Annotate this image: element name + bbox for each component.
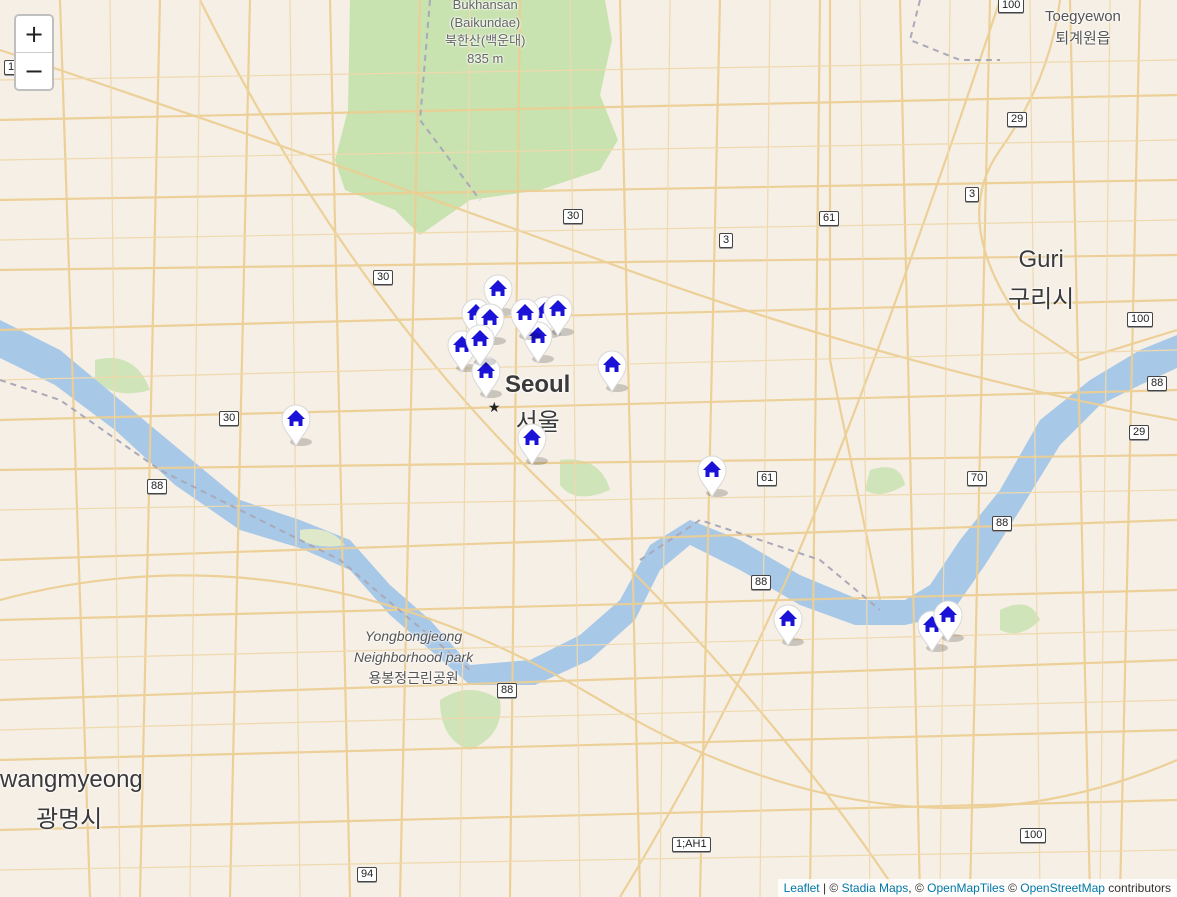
road-shield: 88: [1147, 376, 1168, 391]
house-marker[interactable]: [931, 598, 965, 644]
zoom-in-button[interactable]: +: [16, 16, 52, 52]
leaflet-link[interactable]: Leaflet: [784, 881, 820, 895]
yongbong-name-line2: Neighborhood park: [354, 649, 474, 665]
openstreetmap-link[interactable]: OpenStreetMap: [1020, 881, 1105, 895]
stadia-link[interactable]: Stadia Maps: [842, 881, 909, 895]
gwangmyeong-label: wangmyeong 광명시: [0, 760, 143, 840]
green-patch: [560, 459, 610, 497]
yongbong-park: [440, 690, 501, 750]
green-patch: [865, 467, 905, 494]
bukhansan-korean-name: 북한산(백운대): [445, 33, 526, 48]
house-marker[interactable]: [695, 453, 729, 499]
road-shield: 70: [967, 471, 988, 486]
road-shield: 29: [1007, 112, 1028, 127]
attribution-tail: contributors: [1104, 881, 1171, 895]
bukhansan-alt-name: (Baikundae): [450, 15, 521, 30]
house-marker[interactable]: [463, 322, 497, 368]
attribution: Leaflet | © Stadia Maps, © OpenMapTiles …: [777, 879, 1177, 897]
road-shield: 100: [1127, 312, 1154, 327]
guri-name: Guri: [1018, 246, 1064, 273]
yongbong-korean-name: 용봉정근린공원: [368, 670, 459, 686]
bukhansan-elevation: 835 m: [467, 51, 504, 66]
attribution-sep: , ©: [908, 881, 928, 895]
road-shield: 29: [1129, 425, 1150, 440]
road-shield: 61: [819, 211, 840, 226]
road-shield: 61: [757, 471, 778, 486]
attribution-sep: | ©: [819, 881, 842, 895]
road-shield: 94: [357, 867, 378, 882]
road-shield: 88: [751, 575, 772, 590]
road-shield: 3: [719, 233, 734, 248]
road-shield: 88: [147, 479, 168, 494]
road-shield: 30: [373, 270, 394, 285]
road-shield: 88: [992, 516, 1013, 531]
house-marker[interactable]: [508, 296, 542, 342]
road-shield: 30: [219, 411, 240, 426]
road-shield: 100: [998, 0, 1025, 13]
road-shield: 88: [497, 683, 518, 698]
road-shield: 1;AH1: [672, 837, 711, 852]
zoom-out-button[interactable]: −: [16, 52, 52, 89]
toegyewon-label: Toegyewon 퇴계원읍: [1045, 6, 1121, 50]
basemap: ★: [0, 0, 1177, 897]
zoom-control: + −: [14, 14, 54, 91]
house-marker[interactable]: [515, 421, 549, 467]
gwangmyeong-korean-name: 광명시: [36, 806, 103, 833]
bukhansan-name: Bukhansan: [452, 0, 518, 12]
house-marker[interactable]: [595, 348, 629, 394]
guri-korean-name: 구리시: [1008, 286, 1075, 313]
road-shield: 3: [965, 187, 980, 202]
road-shield: 30: [563, 209, 584, 224]
han-river: [0, 320, 1177, 685]
openmaptiles-link[interactable]: OpenMapTiles: [927, 881, 1005, 895]
bukhansan-label: Bukhansan (Baikundae) 북한산(백운대) 835 m: [445, 0, 525, 68]
yongbong-label: Yongbongjeong Neighborhood park 용봉정근린공원: [354, 626, 473, 689]
house-marker[interactable]: [771, 602, 805, 648]
gwangmyeong-name: wangmyeong: [0, 766, 143, 793]
attribution-sep: ©: [1004, 881, 1021, 895]
toegyewon-name: Toegyewon: [1045, 8, 1121, 25]
guri-label: Guri 구리시: [1008, 240, 1074, 320]
house-marker[interactable]: [279, 402, 313, 448]
map-view[interactable]: ★ Bukhansan (Baikundae) 북한산(백운대) 835 m T…: [0, 0, 1177, 897]
seoul-name: Seoul: [505, 371, 571, 398]
toegyewon-korean-name: 퇴계원읍: [1055, 30, 1111, 47]
capital-star: ★: [488, 400, 501, 416]
green-patch: [1000, 604, 1040, 634]
road-shield: 100: [1020, 828, 1047, 843]
yongbong-name-line1: Yongbongjeong: [364, 628, 463, 644]
